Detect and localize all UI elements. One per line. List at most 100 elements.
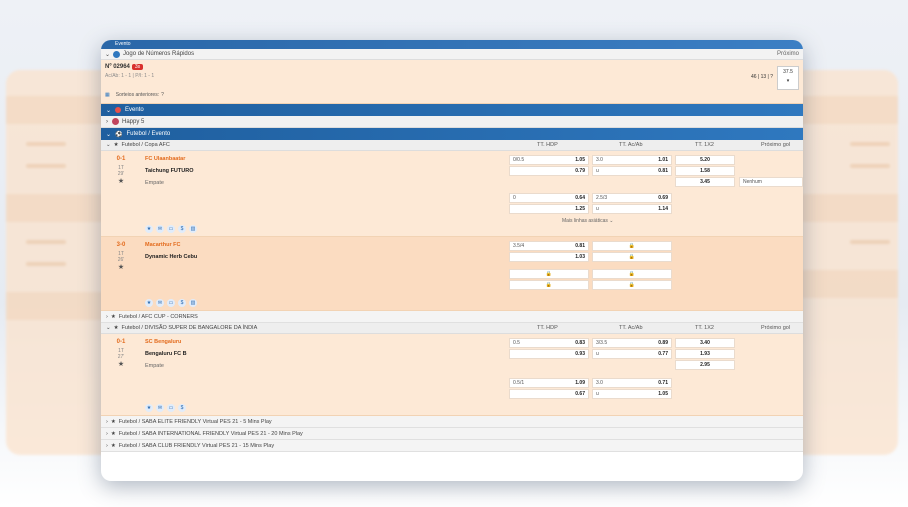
event-icon bbox=[115, 107, 122, 113]
away-team[interactable]: Bengaluru FC B bbox=[145, 351, 187, 357]
chevron-down-icon[interactable]: ⌄ bbox=[105, 51, 110, 58]
odds-ou2-over[interactable]: 2.5/3 0.69 bbox=[592, 193, 672, 203]
lock-icon: 🔒 bbox=[628, 243, 636, 249]
home-team[interactable]: FC Ulaanbaatar bbox=[145, 156, 193, 162]
match-icons: ★ ✉ ▭ $ ▥ bbox=[145, 299, 197, 307]
chevron-down-icon: ⌄ bbox=[106, 325, 111, 331]
home-team[interactable]: Macarthur FC bbox=[145, 242, 197, 248]
tv-icon[interactable]: ▭ bbox=[167, 404, 175, 412]
bet-select-arrow: ▾ bbox=[786, 78, 790, 84]
chevron-right-icon: › bbox=[106, 442, 108, 449]
odds-next-goal[interactable]: Nenhum bbox=[739, 177, 803, 187]
section-futebol-evento[interactable]: ⌄ ⚽ Futebol / Evento bbox=[101, 128, 803, 140]
lock-icon: 🔒 bbox=[628, 271, 636, 277]
odds-hdp-away[interactable]: 1.03 bbox=[509, 252, 589, 262]
more-asian-lines-button[interactable]: Mais linhas asiáticas ⌄ bbox=[562, 218, 613, 224]
previous-draws-label: Sorteios anteriores: bbox=[115, 92, 160, 98]
bet-select-value: 37.5 bbox=[783, 69, 793, 75]
mail-icon[interactable]: ✉ bbox=[156, 299, 164, 307]
league-name: Futebol / DIVISÃO SUPER DE BANGALORE DA … bbox=[121, 325, 258, 331]
league-name: Futebol / AFC CUP - CORNERS bbox=[118, 313, 198, 320]
title-bar[interactable]: ⌄ Jogo de Números Rápidos Próximo bbox=[101, 49, 803, 60]
away-team[interactable]: Dynamic Herb Cebu bbox=[145, 254, 197, 260]
match-row: 0-1 1T 29' ★ FC Ulaanbaatar Taichung FUT… bbox=[101, 151, 803, 237]
section-happy5[interactable]: › Happy 5 bbox=[101, 116, 803, 128]
odds-ou-over[interactable]: 3.0 1.01 bbox=[592, 155, 672, 165]
draw-number: Nº 02964 bbox=[105, 64, 130, 70]
league-header-saba-club[interactable]: › ★ Futebol / SABA CLUB FRIENDLY Virtual… bbox=[101, 440, 803, 452]
star-icon[interactable]: ★ bbox=[145, 225, 153, 233]
odds-1x2-home[interactable]: 3.40 bbox=[675, 338, 735, 348]
match-time: 3-0 1T 26' ★ bbox=[101, 237, 141, 271]
match-teams: FC Ulaanbaatar Taichung FUTURO Empate bbox=[145, 156, 193, 186]
star-icon[interactable]: ★ bbox=[111, 419, 116, 425]
odds-1x2-home[interactable]: 5.20 bbox=[675, 155, 735, 165]
league-header-saba-elite[interactable]: › ★ Futebol / SABA ELITE FRIENDLY Virtua… bbox=[101, 416, 803, 428]
league-header-india[interactable]: ⌄ ★ Futebol / DIVISÃO SUPER DE BANGALORE… bbox=[101, 323, 803, 334]
tv-icon[interactable]: ▭ bbox=[167, 225, 175, 233]
home-team[interactable]: SC Bengaluru bbox=[145, 339, 187, 345]
rapid-sub: Ac/Ab: 1 - 1 | P/I: 1 - 1 bbox=[105, 73, 155, 79]
odds-ou-over[interactable]: 3/3.5 0.89 bbox=[592, 338, 672, 348]
league-header-copa-afc[interactable]: ⌄ ★ Futebol / Copa AFC TT. HDP TT. Ac/Ab… bbox=[101, 140, 803, 151]
tv-icon[interactable]: ▭ bbox=[167, 299, 175, 307]
mail-icon[interactable]: ✉ bbox=[156, 225, 164, 233]
dollar-icon[interactable]: $ bbox=[178, 225, 186, 233]
locked-odds: 🔒 bbox=[509, 280, 589, 290]
col-hdp: TT. HDP bbox=[537, 325, 558, 331]
match-score: 0-1 bbox=[116, 339, 126, 345]
odds-hdp-home[interactable]: 3.5/4 0.81 bbox=[509, 241, 589, 251]
odds-hdp2-away[interactable]: 1.25 bbox=[509, 204, 589, 214]
odds-hdp2-away[interactable]: 0.67 bbox=[509, 389, 589, 399]
star-icon[interactable]: ★ bbox=[101, 177, 141, 185]
odds-ou2-under[interactable]: u 1.05 bbox=[592, 389, 672, 399]
section-evento[interactable]: ⌄ Evento bbox=[101, 104, 803, 116]
odds-1x2-draw[interactable]: 3.45 bbox=[675, 177, 735, 187]
star-icon[interactable]: ★ bbox=[114, 325, 119, 331]
star-icon[interactable]: ★ bbox=[101, 360, 141, 368]
odds-ou2-over[interactable]: 3.0 0.71 bbox=[592, 378, 672, 388]
locked-odds: 🔒 bbox=[592, 280, 672, 290]
star-icon[interactable]: ★ bbox=[111, 431, 116, 437]
stats-icon[interactable]: ▥ bbox=[189, 225, 197, 233]
locked-odds: 🔒 bbox=[592, 252, 672, 262]
odds-hdp-away[interactable]: 0.79 bbox=[509, 166, 589, 176]
stats-icon[interactable]: ▥ bbox=[189, 299, 197, 307]
star-icon[interactable]: ★ bbox=[114, 142, 119, 148]
star-icon[interactable]: ★ bbox=[111, 443, 116, 449]
odds-1x2-away[interactable]: 1.93 bbox=[675, 349, 735, 359]
chevron-right-icon: › bbox=[106, 430, 108, 437]
bet-select-box[interactable]: 37.5 ▾ bbox=[777, 66, 799, 90]
next-label[interactable]: Próximo bbox=[777, 51, 799, 57]
odds-ou-under[interactable]: u 0.77 bbox=[592, 349, 672, 359]
match-teams: Macarthur FC Dynamic Herb Cebu bbox=[145, 242, 197, 260]
top-event-bar: Evento bbox=[101, 40, 803, 49]
star-icon[interactable]: ★ bbox=[145, 299, 153, 307]
odds-hdp2-home[interactable]: 0.5/1 1.09 bbox=[509, 378, 589, 388]
dollar-icon[interactable]: $ bbox=[178, 404, 186, 412]
league-header-afc-corners[interactable]: › ★ Futebol / AFC CUP - CORNERS bbox=[101, 311, 803, 323]
col-next-goal: Próximo gol bbox=[761, 142, 791, 148]
odds-hdp-home[interactable]: 0/0.5 1.05 bbox=[509, 155, 589, 165]
lock-icon: 🔒 bbox=[628, 282, 636, 288]
match-icons: ★ ✉ ▭ $ bbox=[145, 404, 186, 412]
odds-hdp-away[interactable]: 0.93 bbox=[509, 349, 589, 359]
match-row: 0-1 1T 27' ★ SC Bengaluru Bengaluru FC B… bbox=[101, 334, 803, 416]
odds-ou-under[interactable]: u 0.81 bbox=[592, 166, 672, 176]
odds-1x2-away[interactable]: 1.58 bbox=[675, 166, 735, 176]
dollar-icon[interactable]: $ bbox=[178, 299, 186, 307]
mail-icon[interactable]: ✉ bbox=[156, 404, 164, 412]
away-team[interactable]: Taichung FUTURO bbox=[145, 168, 193, 174]
lock-icon: 🔒 bbox=[545, 282, 553, 288]
star-icon[interactable]: ★ bbox=[145, 404, 153, 412]
previous-draws[interactable]: ▦ Sorteios anteriores: ? bbox=[105, 92, 164, 98]
star-icon[interactable]: ★ bbox=[111, 314, 116, 320]
happy5-icon bbox=[112, 118, 119, 125]
odds-hdp2-home[interactable]: 0 0.64 bbox=[509, 193, 589, 203]
league-header-saba-intl[interactable]: › ★ Futebol / SABA INTERNATIONAL FRIENDL… bbox=[101, 428, 803, 440]
question-icon[interactable]: ? bbox=[161, 92, 164, 98]
odds-1x2-draw[interactable]: 2.95 bbox=[675, 360, 735, 370]
odds-ou2-under[interactable]: u 1.14 bbox=[592, 204, 672, 214]
odds-hdp-home[interactable]: 0.5 0.83 bbox=[509, 338, 589, 348]
star-icon[interactable]: ★ bbox=[101, 263, 141, 271]
